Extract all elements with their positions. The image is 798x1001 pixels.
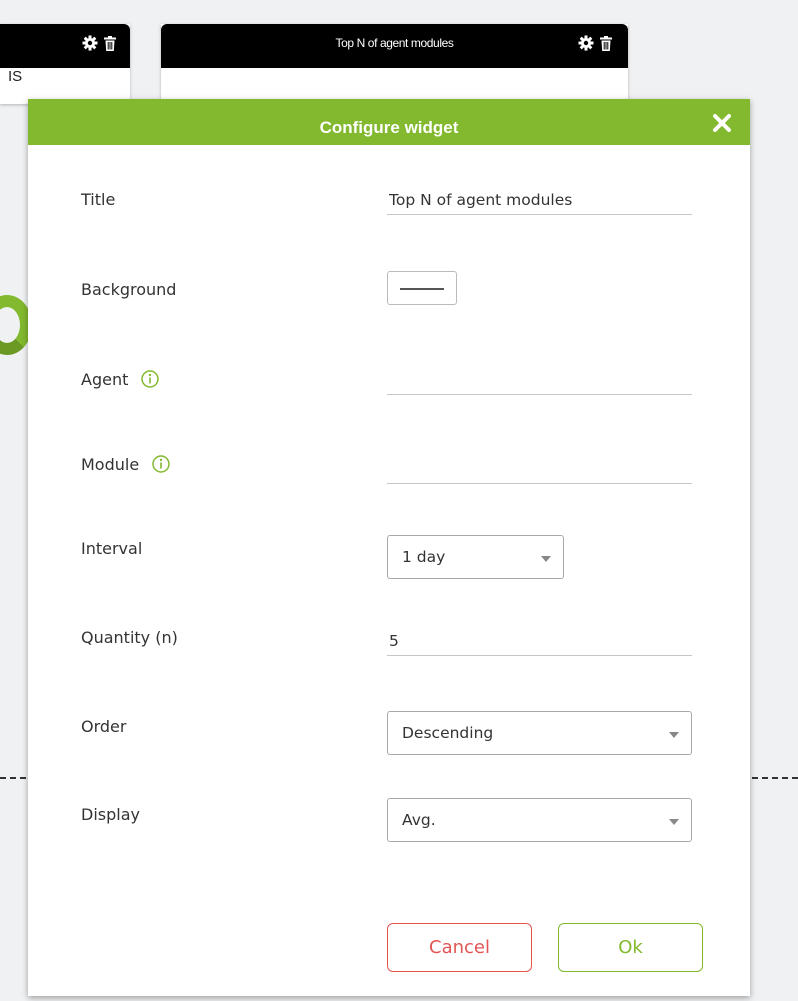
chevron-down-icon: [541, 556, 551, 562]
info-icon[interactable]: [140, 369, 160, 389]
agent-label-text: Agent: [81, 369, 129, 389]
title-input[interactable]: [387, 185, 692, 215]
chevron-down-icon: [669, 819, 679, 825]
background-label: Background: [81, 280, 176, 299]
widget-left-header: [0, 24, 130, 68]
cancel-button[interactable]: Cancel: [387, 923, 532, 972]
interval-label-text: Interval: [81, 539, 143, 558]
color-swatch-bar: [400, 288, 444, 290]
agent-input[interactable]: [387, 365, 692, 395]
display-selected-value: Avg.: [402, 811, 436, 829]
background-color-picker[interactable]: [387, 271, 457, 305]
background-label-text: Background: [81, 280, 177, 299]
widget-right-actions: [578, 35, 612, 51]
order-label: Order: [81, 717, 126, 736]
dashboard-widget-left: [0, 24, 130, 104]
close-button[interactable]: [710, 111, 734, 135]
left-widget-content-text: IS: [8, 68, 23, 85]
background-dashed-line-left: [0, 777, 26, 779]
order-selected-value: Descending: [402, 724, 494, 742]
order-select[interactable]: Descending: [387, 711, 692, 755]
display-select[interactable]: Avg.: [387, 798, 692, 842]
interval-select[interactable]: 1 day: [387, 535, 564, 579]
quantity-label: Quantity (n): [81, 628, 178, 647]
interval-selected-value: 1 day: [402, 548, 446, 566]
dashboard-widget-right: Top N of agent modules: [161, 24, 628, 104]
widget-right-title: Top N of agent modules: [335, 36, 454, 50]
gear-icon[interactable]: [578, 35, 594, 51]
dialog-title: Configure widget: [319, 118, 459, 137]
title-label: Title: [81, 190, 115, 209]
configure-widget-dialog: Configure widget Title Background Agent …: [28, 99, 750, 996]
quantity-label-text: Quantity (n): [81, 628, 178, 647]
trash-icon[interactable]: [104, 35, 116, 51]
module-label: Module: [81, 454, 171, 474]
module-input[interactable]: [387, 454, 692, 484]
widget-right-header: Top N of agent modules: [161, 24, 628, 68]
order-label-text: Order: [81, 717, 127, 736]
agent-label: Agent: [81, 369, 160, 389]
background-dashed-line-right: [752, 777, 798, 779]
chevron-down-icon: [669, 732, 679, 738]
ok-button[interactable]: Ok: [558, 923, 703, 972]
display-label: Display: [81, 805, 140, 824]
trash-icon[interactable]: [600, 35, 612, 51]
close-icon: [713, 114, 731, 132]
title-label-text: Title: [81, 190, 116, 209]
info-icon[interactable]: [151, 454, 171, 474]
gear-icon[interactable]: [82, 35, 98, 51]
quantity-input[interactable]: [387, 626, 692, 656]
widget-left-actions: [82, 35, 116, 51]
display-label-text: Display: [81, 805, 140, 824]
dialog-header: Configure widget: [28, 99, 750, 145]
module-label-text: Module: [81, 454, 140, 474]
interval-label: Interval: [81, 539, 142, 558]
